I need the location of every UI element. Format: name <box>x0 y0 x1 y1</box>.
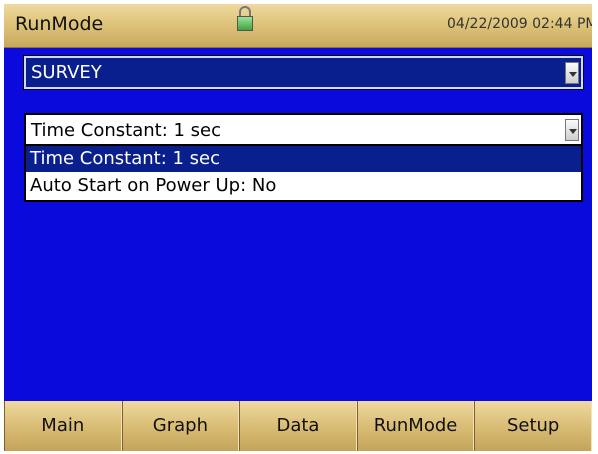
device-screen: RunMode 04/22/2009 02:44 PM SURVEY Time … <box>4 4 592 451</box>
tab-main[interactable]: Main <box>4 401 122 451</box>
datetime-display: 04/22/2009 02:44 PM <box>447 16 592 32</box>
mode-dropdown[interactable]: SURVEY <box>23 55 584 90</box>
lock-icon[interactable] <box>237 6 253 32</box>
mode-dropdown-value: SURVEY <box>31 62 102 83</box>
options-list: Time Constant: 1 sec Auto Start on Power… <box>24 146 583 202</box>
list-item-auto-start[interactable]: Auto Start on Power Up: No <box>26 173 581 199</box>
time-constant-dropdown-value: Time Constant: 1 sec <box>31 120 222 141</box>
tab-runmode[interactable]: RunMode <box>356 401 475 451</box>
title-bar: RunMode 04/22/2009 02:44 PM <box>4 4 592 48</box>
list-item-time-constant[interactable]: Time Constant: 1 sec <box>26 146 581 172</box>
bottom-tab-bar: Main Graph Data RunMode Setup <box>4 401 592 451</box>
chevron-down-icon[interactable] <box>565 119 579 141</box>
page-title: RunMode <box>15 13 104 35</box>
time-constant-dropdown[interactable]: Time Constant: 1 sec <box>24 113 583 146</box>
tab-data[interactable]: Data <box>239 401 357 451</box>
tab-graph[interactable]: Graph <box>121 401 240 451</box>
tab-setup[interactable]: Setup <box>474 401 592 451</box>
chevron-down-icon[interactable] <box>565 62 579 84</box>
